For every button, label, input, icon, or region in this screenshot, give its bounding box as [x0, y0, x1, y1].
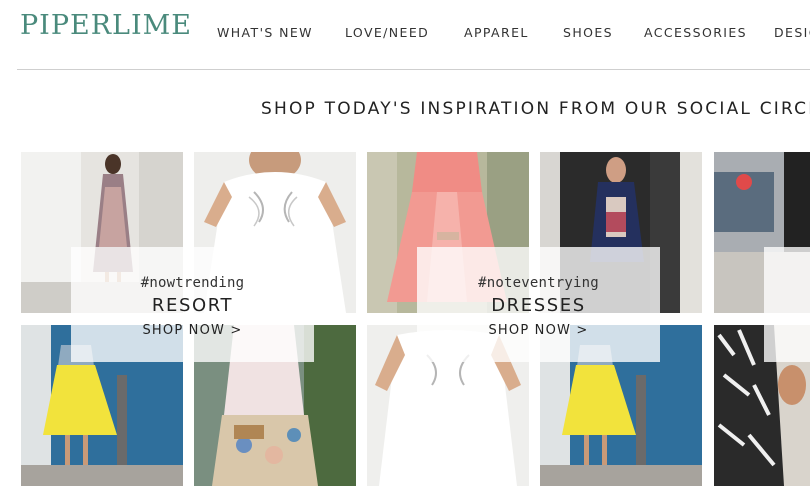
page-headline: SHOP TODAY'S INSPIRATION FROM OUR SOCIAL…	[261, 99, 810, 119]
promo-card-resort[interactable]: #nowtrending RESORT SHOP NOW >	[71, 247, 314, 362]
main-nav: WHAT'S NEW LOVE/NEED APPAREL SHOES ACCES…	[0, 25, 810, 45]
promo-card-partial[interactable]	[764, 247, 810, 362]
promo-category: DRESSES	[491, 295, 586, 316]
shop-now-link[interactable]: SHOP NOW >	[71, 323, 314, 338]
nav-item-love-need[interactable]: LOVE/NEED	[345, 25, 429, 40]
site-header: PIPERLIME WHAT'S NEW LOVE/NEED APPAREL S…	[0, 0, 810, 70]
shop-now-link[interactable]: SHOP NOW >	[417, 323, 660, 338]
nav-item-whats-new[interactable]: WHAT'S NEW	[217, 25, 313, 40]
nav-item-designers[interactable]: DESIG	[774, 25, 810, 40]
promo-hashtag: #noteventrying	[478, 275, 599, 291]
promo-hashtag: #nowtrending	[140, 275, 245, 291]
promo-category: RESORT	[151, 295, 234, 316]
nav-item-shoes[interactable]: SHOES	[563, 25, 613, 40]
promo-card-dresses[interactable]: #noteventrying DRESSES SHOP NOW >	[417, 247, 660, 362]
nav-item-accessories[interactable]: ACCESSORIES	[644, 25, 747, 40]
header-divider	[17, 69, 810, 70]
nav-item-apparel[interactable]: APPAREL	[464, 25, 529, 40]
